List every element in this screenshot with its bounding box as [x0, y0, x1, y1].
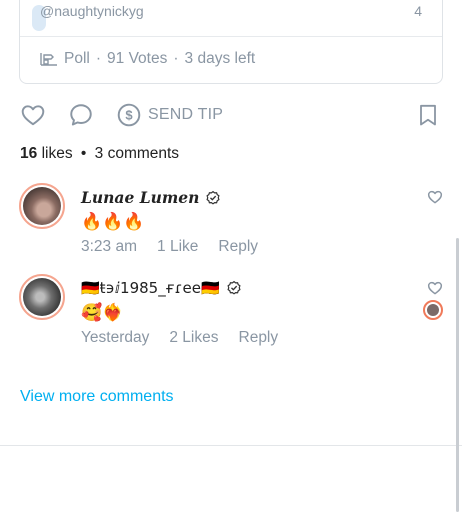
- comments-count[interactable]: 3 comments: [95, 145, 179, 162]
- view-more-comments-link[interactable]: View more comments: [20, 388, 174, 406]
- likes-count[interactable]: 16: [20, 145, 37, 162]
- poll-votes: 91 Votes: [107, 50, 168, 67]
- send-tip-button[interactable]: $: [116, 102, 142, 128]
- comment-meta: 3:23 am 1 Like Reply: [81, 238, 258, 256]
- comment-like-button[interactable]: [427, 280, 443, 301]
- comment-author[interactable]: 🇩🇪ŧ϶ⅈ1985_ғɾee🇩🇪: [81, 279, 242, 297]
- poll-option-label: @naughtynickyg: [40, 3, 144, 19]
- poll-icon: [40, 53, 57, 66]
- reply-button[interactable]: Reply: [239, 329, 279, 347]
- poll-option[interactable]: @naughtynickyg 4: [20, 0, 442, 37]
- dollar-circle-icon: $: [117, 103, 141, 127]
- comment-button[interactable]: [68, 102, 94, 128]
- comment-time: 3:23 am: [81, 238, 138, 255]
- bookmark-button[interactable]: [416, 102, 440, 128]
- avatar[interactable]: [19, 183, 65, 229]
- poll-meta: Poll · 91 Votes · 3 days left: [40, 49, 255, 69]
- poll-option-count: 4: [414, 3, 422, 19]
- poll-separator: ·: [95, 50, 102, 67]
- likes-word[interactable]: likes: [42, 145, 73, 162]
- post-stats: 16 likes • 3 comments: [20, 145, 179, 163]
- heart-icon: [427, 190, 443, 204]
- heart-icon: [427, 281, 443, 295]
- like-button[interactable]: [20, 102, 46, 128]
- comment-author-name[interactable]: Lunae Lumen: [81, 188, 199, 207]
- bookmark-icon: [420, 104, 436, 126]
- poll-card: @naughtynickyg 4 Poll · 91 Votes · 3 day…: [19, 0, 443, 84]
- comment-likes[interactable]: 2 Likes: [169, 329, 218, 347]
- creator-liked-avatar: [423, 300, 443, 320]
- avatar[interactable]: [19, 274, 65, 320]
- comment-time: Yesterday: [81, 329, 150, 346]
- comment-likes[interactable]: 1 Like: [157, 238, 198, 256]
- comment-author-name[interactable]: 🇩🇪ŧ϶ⅈ1985_ғɾee🇩🇪: [81, 279, 220, 297]
- poll-label: Poll: [64, 50, 90, 67]
- verified-icon: [227, 280, 241, 295]
- poll-separator: ·: [173, 50, 179, 67]
- comment-meta: Yesterday 2 Likes Reply: [81, 329, 278, 347]
- stats-separator: •: [80, 145, 87, 162]
- scrollbar[interactable]: [456, 238, 459, 512]
- poll-time-left: 3 days left: [184, 50, 256, 67]
- comment-item: 🇩🇪ŧ϶ⅈ1985_ғɾee🇩🇪 🥰❤️‍🔥 Yesterday 2 Likes…: [19, 274, 443, 347]
- comment-text: 🥰❤️‍🔥: [81, 303, 124, 322]
- post-actions: $ SEND TIP: [20, 100, 444, 132]
- divider: [0, 445, 462, 446]
- send-tip-label[interactable]: SEND TIP: [148, 106, 223, 124]
- svg-text:$: $: [125, 108, 133, 123]
- comment-like-button[interactable]: [427, 189, 443, 210]
- heart-icon: [21, 105, 45, 126]
- comment-item: Lunae Lumen 🔥🔥🔥 3:23 am 1 Like Reply: [19, 183, 443, 256]
- comment-author[interactable]: Lunae Lumen: [81, 188, 221, 207]
- comment-bubble-icon: [70, 104, 92, 126]
- reply-button[interactable]: Reply: [218, 238, 258, 256]
- verified-icon: [206, 190, 221, 205]
- comment-text: 🔥🔥🔥: [81, 212, 145, 231]
